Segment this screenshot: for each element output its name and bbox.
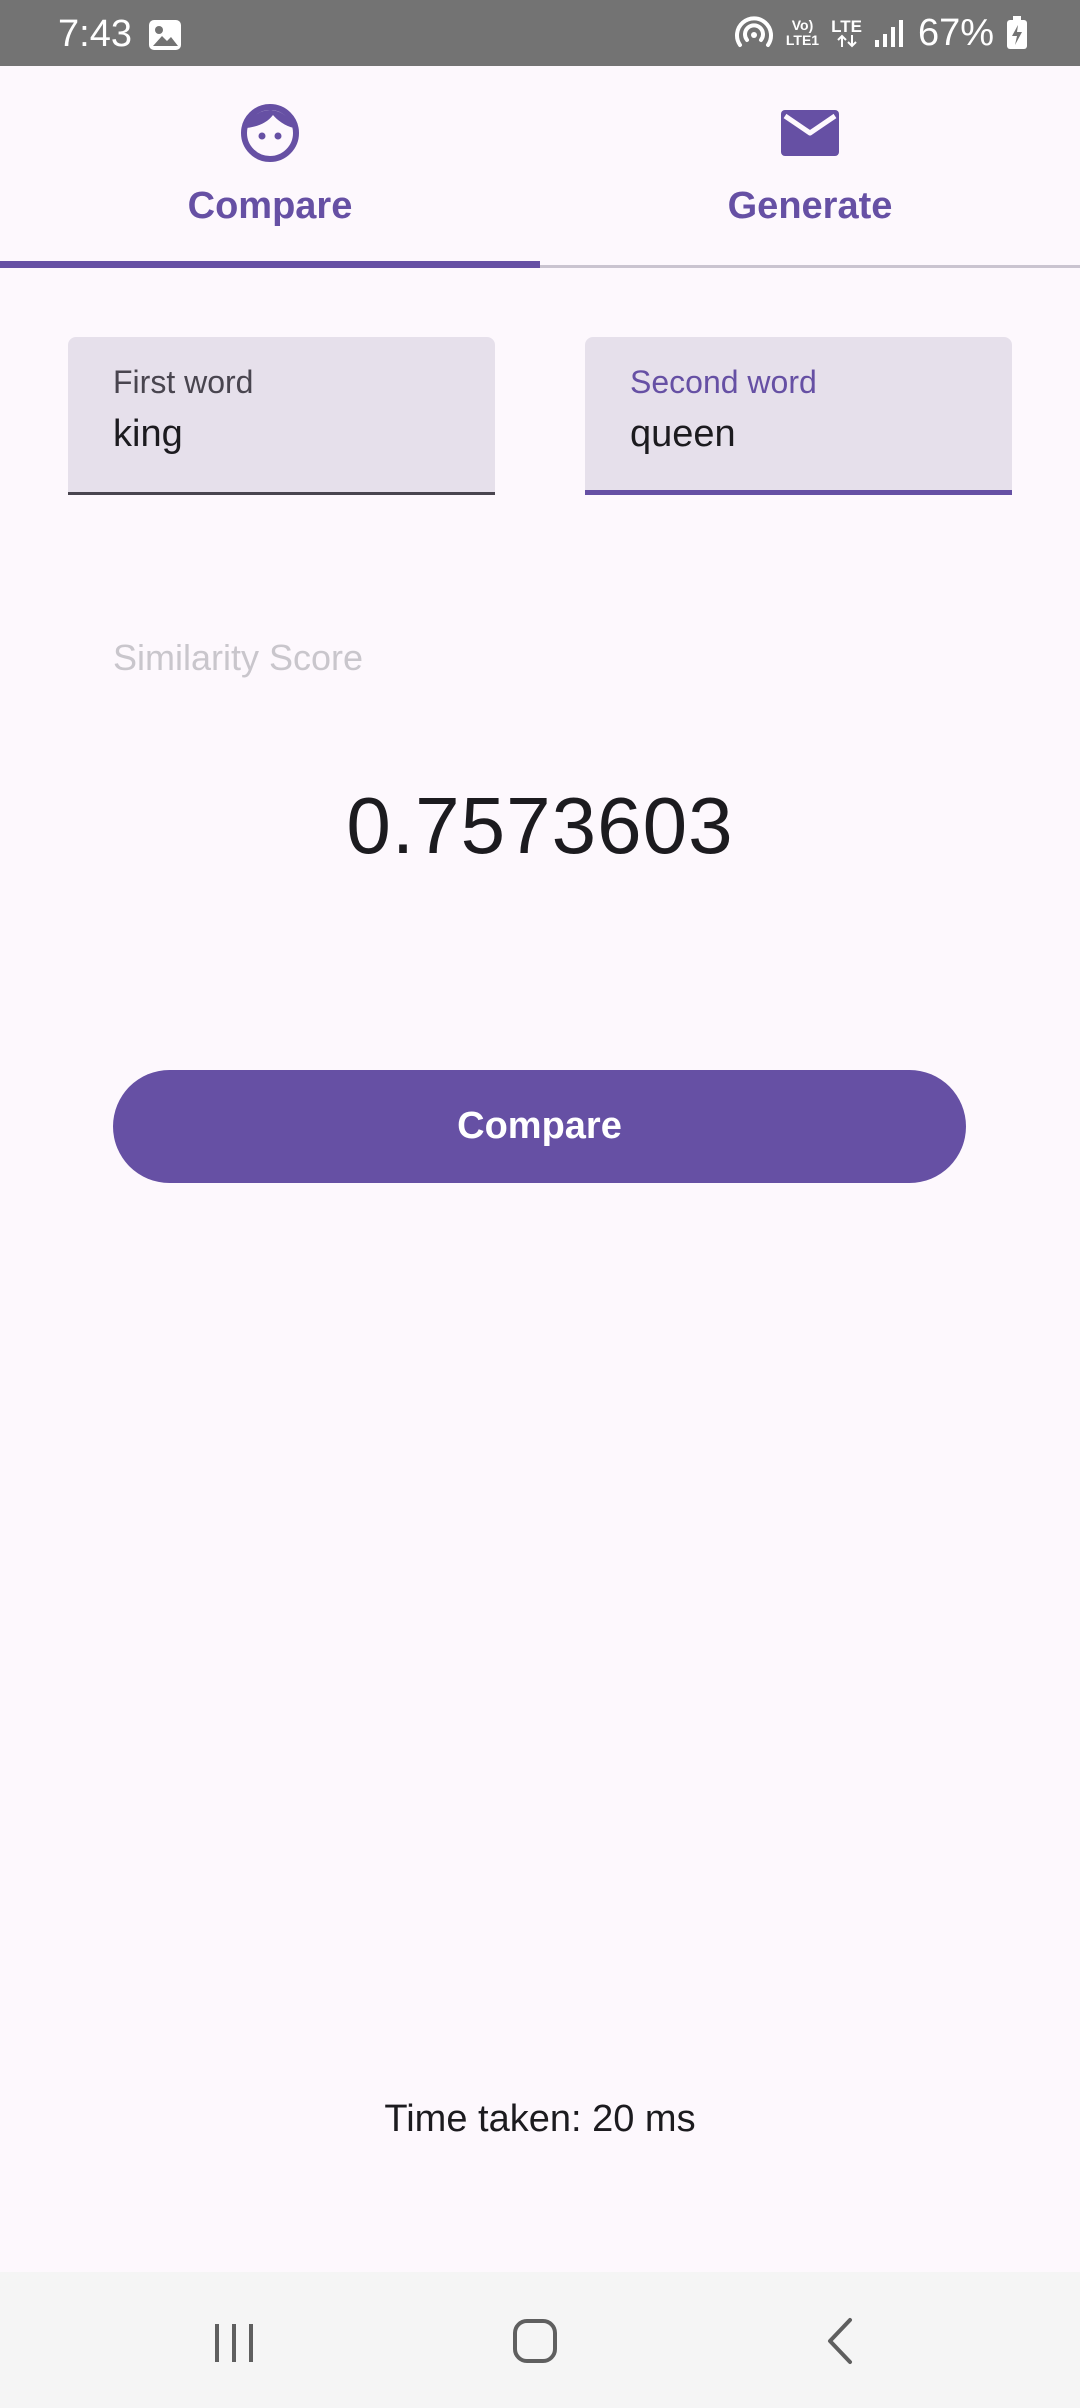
- tab-compare-label: Compare: [187, 185, 353, 227]
- second-word-value[interactable]: queen: [630, 411, 736, 457]
- hotspot-icon: [734, 16, 773, 47]
- mail-icon: [781, 110, 839, 156]
- status-time: 7:43: [58, 13, 132, 55]
- compare-button[interactable]: Compare: [113, 1070, 966, 1183]
- battery-charging-icon: [1007, 16, 1027, 49]
- first-word-value[interactable]: king: [113, 411, 183, 457]
- tab-row: Compare Generate: [0, 66, 1080, 268]
- image-icon: [149, 20, 181, 50]
- second-word-field[interactable]: Second word queen: [585, 337, 1012, 495]
- first-word-label: First word: [113, 364, 254, 400]
- home-icon[interactable]: [500, 2306, 570, 2376]
- battery-percent: 67%: [917, 12, 994, 54]
- similarity-score-value: 0.7573603: [346, 781, 734, 870]
- back-icon[interactable]: [804, 2306, 874, 2376]
- tab-generate[interactable]: Generate: [540, 66, 1080, 268]
- recents-icon[interactable]: [199, 2306, 269, 2376]
- data-arrows-icon: [836, 34, 857, 47]
- similarity-score-label: Similarity Score: [113, 637, 364, 678]
- first-word-underline: [68, 492, 495, 495]
- volte-icon: Vo) LTE1: [785, 17, 820, 48]
- second-word-underline: [585, 490, 1012, 495]
- status-bar: 7:43 Vo) LTE1 LTE 67%: [0, 0, 1080, 66]
- tab-compare[interactable]: Compare: [0, 66, 540, 268]
- navigation-bar: [0, 2272, 1080, 2408]
- lte-icon: LTE: [831, 18, 862, 48]
- face-icon: [241, 104, 299, 162]
- tab-indicator: [0, 261, 540, 268]
- second-word-label: Second word: [630, 364, 817, 400]
- status-icons: Vo) LTE1 LTE 67%: [734, 10, 1028, 56]
- first-word-field[interactable]: First word king: [68, 337, 495, 495]
- signal-icon: [874, 20, 903, 47]
- tab-generate-label: Generate: [727, 185, 893, 227]
- time-taken-text: Time taken: 20 ms: [384, 2098, 696, 2140]
